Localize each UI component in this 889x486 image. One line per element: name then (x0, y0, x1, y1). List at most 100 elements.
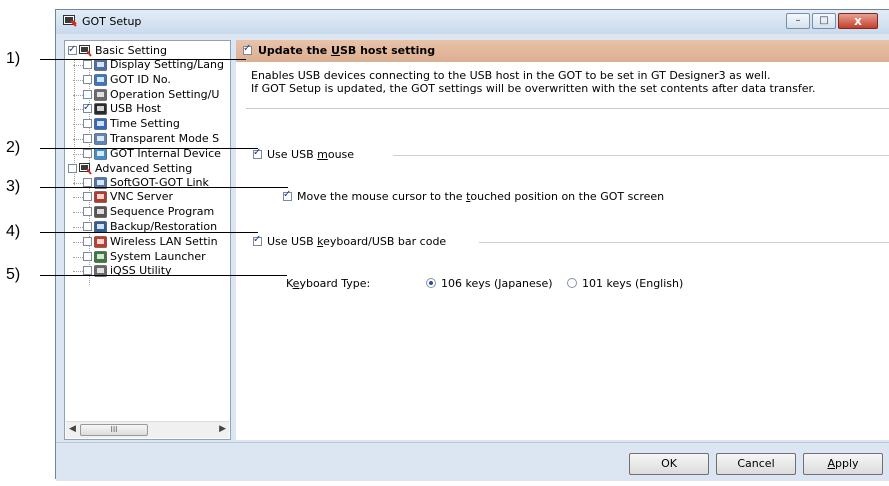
sequence-icon (94, 206, 107, 218)
tree-item-label: VNC Server (110, 190, 174, 204)
tree-item-checkbox[interactable] (83, 148, 92, 158)
tree-connector (73, 197, 83, 199)
tree-item-checkbox[interactable] (83, 89, 92, 99)
tree-item-checkbox[interactable] (83, 60, 92, 69)
use-usb-keyboard-option[interactable]: Use USB keyboard/USB bar code (253, 234, 447, 248)
callout-1-leader (40, 59, 246, 60)
close-button[interactable]: x (838, 13, 878, 29)
apply-button[interactable]: Apply (803, 453, 883, 475)
tree-connector (73, 227, 83, 228)
tree-item-checkbox[interactable] (83, 207, 92, 217)
tree-item-checkbox[interactable] (83, 119, 92, 129)
tree-connector (73, 256, 83, 258)
use-usb-mouse-label: Use USB mouse (267, 148, 355, 161)
scroll-left-icon[interactable]: ◀ (69, 424, 76, 434)
tree-group-label: Basic Setting (95, 44, 168, 57)
radio-101-keys-label: 101 keys (English) (582, 277, 684, 290)
tree-item-label: Operation Setting/U (110, 87, 220, 101)
update-usb-host-label[interactable]: Update the USB host setting (258, 44, 435, 57)
separator (479, 242, 889, 243)
tree-item-label: System Launcher (110, 249, 206, 263)
tree-connector (73, 139, 83, 140)
radio-106-keys-label: 106 keys (Japanese) (441, 277, 553, 290)
radio-101-keys-indicator[interactable] (567, 278, 577, 288)
title-bar[interactable]: GOT Setup – □ x (56, 10, 889, 34)
tree-item-label: Transparent Mode S (110, 132, 220, 145)
id-icon (94, 73, 107, 86)
wireless-icon (94, 235, 107, 248)
move-cursor-checkbox[interactable] (283, 189, 292, 201)
tree-item-label: Sequence Program (110, 205, 215, 219)
callout-3: 3) (6, 178, 21, 195)
update-usb-host-checkbox[interactable] (243, 43, 252, 55)
tree-connector (73, 94, 83, 96)
use-usb-keyboard-label: Use USB keyboard/USB bar code (267, 235, 447, 248)
minimize-icon: – (795, 15, 801, 26)
tree-connector (73, 212, 83, 214)
move-cursor-option[interactable]: Move the mouse cursor to the touched pos… (283, 189, 665, 203)
clock-icon (94, 118, 107, 130)
move-cursor-label: Move the mouse cursor to the touched pos… (297, 190, 665, 203)
operation-icon (94, 88, 107, 101)
use-usb-mouse-option[interactable]: Use USB mouse (253, 147, 355, 161)
minimize-button[interactable]: – (786, 13, 810, 29)
tree-group-checkbox[interactable] (68, 163, 77, 173)
usb-host-settings-panel: Update the USB host setting Enables USB … (236, 40, 889, 440)
tree-connector (73, 182, 83, 184)
tree-item-label: GOT ID No. (110, 72, 171, 86)
close-icon: x (854, 14, 862, 28)
use-usb-keyboard-checkbox[interactable] (253, 234, 262, 246)
tree-item-label: USB Host (110, 102, 162, 116)
radio-106-keys-indicator[interactable] (426, 278, 436, 288)
description-box: Enables USB devices connecting to the US… (246, 63, 889, 109)
cancel-button[interactable]: Cancel (716, 453, 796, 475)
scroll-thumb[interactable]: III (80, 424, 148, 436)
update-usb-host-header: Update the USB host setting (236, 40, 889, 62)
tree-item-checkbox[interactable] (83, 222, 92, 231)
usb-icon (94, 103, 107, 116)
tree-item-checkbox[interactable] (83, 177, 92, 187)
description-line-2: If GOT Setup is updated, the GOT setting… (251, 82, 816, 95)
callout-1: 1) (6, 50, 21, 67)
display-icon (94, 59, 107, 71)
callout-3-leader (40, 187, 288, 188)
tree-item-checkbox[interactable] (83, 74, 92, 84)
tree-item-checkbox[interactable] (83, 192, 92, 202)
maximize-button[interactable]: □ (812, 13, 836, 29)
settings-group-icon (79, 162, 92, 175)
tree-item-checkbox[interactable] (83, 134, 92, 143)
scroll-right-icon[interactable]: ▶ (219, 424, 226, 434)
callout-5-leader (40, 275, 287, 276)
settings-tree[interactable]: Basic SettingDisplay Setting/LangGOT ID … (64, 40, 231, 440)
radio-101-keys[interactable]: 101 keys (English) (567, 277, 683, 290)
tree-connector (73, 153, 83, 155)
tree-connector (73, 241, 83, 243)
tree-item-checkbox[interactable] (83, 101, 92, 115)
tree-connector (73, 109, 83, 111)
keyboard-type-label: Keyboard Type: (286, 277, 371, 290)
tree-item-checkbox[interactable] (83, 236, 92, 246)
settings-group-icon (79, 45, 92, 57)
launcher-icon (94, 250, 107, 263)
device-icon (94, 147, 107, 160)
tree-connector (73, 124, 83, 126)
description-line-1: Enables USB devices connecting to the US… (251, 69, 771, 82)
tree-item-label: Time Setting (110, 117, 180, 131)
tree-connector (73, 79, 83, 81)
callout-4: 4) (6, 223, 21, 240)
tree-item-checkbox[interactable] (83, 251, 92, 261)
dialog-footer: OK Cancel Apply (56, 442, 889, 481)
maximize-icon: □ (819, 15, 829, 26)
tree-item-label: Wireless LAN Settin (110, 234, 218, 248)
ok-button[interactable]: OK (629, 453, 709, 475)
callout-2-leader (40, 148, 258, 149)
tree-horizontal-scrollbar[interactable]: ◀ III ▶ (66, 421, 229, 438)
tree-group-checkbox[interactable] (68, 43, 77, 57)
use-usb-mouse-checkbox[interactable] (253, 147, 262, 159)
separator (393, 155, 889, 156)
tree-group-label: Advanced Setting (95, 161, 193, 175)
transparent-icon (94, 133, 107, 145)
radio-106-keys[interactable]: 106 keys (Japanese) (426, 277, 553, 290)
tree-item-label: Display Setting/Lang (110, 58, 224, 71)
tree-connector (73, 65, 83, 66)
